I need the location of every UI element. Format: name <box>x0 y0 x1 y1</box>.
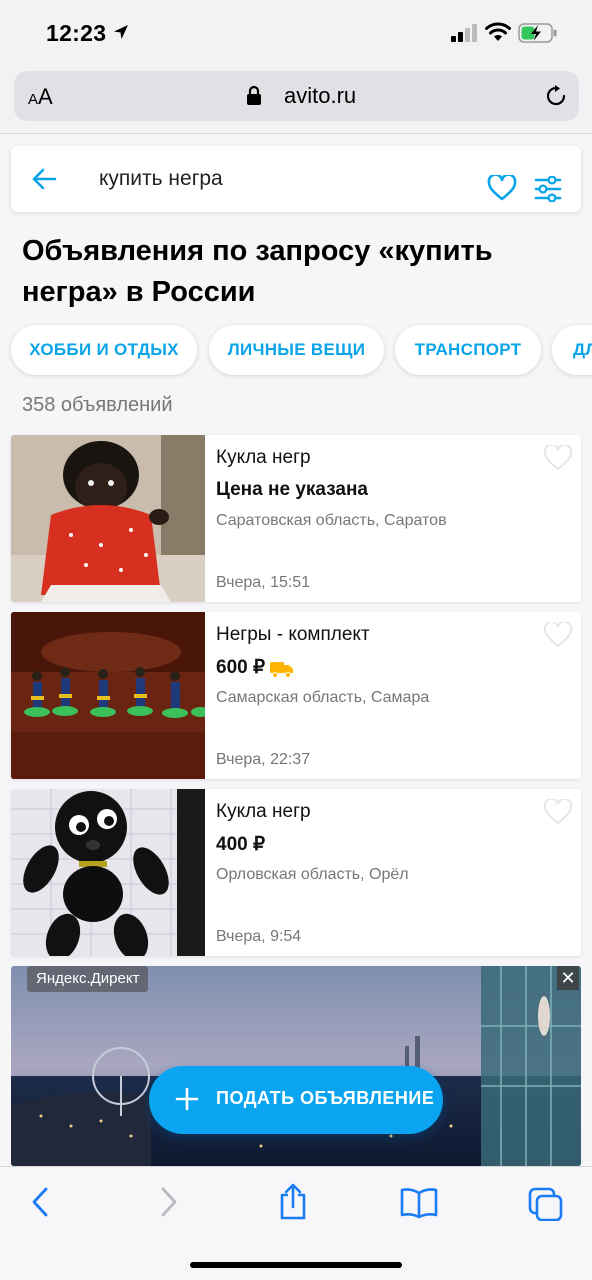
bookmarks-icon[interactable] <box>400 1187 438 1224</box>
filter-icon[interactable] <box>534 175 562 207</box>
chip-personal-items[interactable]: ЛИЧНЫЕ ВЕЩИ <box>209 325 384 375</box>
listing-photo[interactable] <box>11 789 205 956</box>
signal-icon <box>451 24 479 47</box>
battery-charging-icon <box>518 23 558 48</box>
home-indicator <box>190 1262 402 1268</box>
listing-date: Вчера, 22:37 <box>216 751 311 768</box>
chip-transport[interactable]: ТРАНСПОРТ <box>395 325 541 375</box>
listing-title[interactable]: Кукла негр <box>216 801 311 823</box>
wifi-icon <box>485 22 511 47</box>
favorite-heart-icon[interactable] <box>543 443 573 476</box>
status-time: 12:23 <box>46 20 107 46</box>
listing-card[interactable]: Кукла негр 400 ₽ Орловская область, Орёл… <box>11 789 581 956</box>
listing-title[interactable]: Кукла негр <box>216 447 311 469</box>
listing-location: Орловская область, Орёл <box>216 866 409 883</box>
share-icon[interactable] <box>278 1183 308 1226</box>
listing-title[interactable]: Негры - комплект <box>216 624 370 646</box>
ad-close-button[interactable]: ✕ <box>557 966 579 990</box>
chevron-left-icon[interactable] <box>28 1185 52 1224</box>
back-arrow-icon[interactable] <box>31 167 57 196</box>
status-bar: 12:23 <box>0 0 592 64</box>
listing-card[interactable]: Негры - комплект 600 ₽ Самарская область… <box>11 612 581 779</box>
listing-price: 400 ₽ <box>216 834 266 855</box>
ad-badge: Яндекс.Директ <box>27 966 149 992</box>
post-ad-label: ПОДАТЬ ОБЪЯВЛЕНИЕ <box>216 1088 435 1108</box>
category-chips: ХОББИ И ОТДЫХ ЛИЧНЫЕ ВЕЩИ ТРАНСПОРТ ДЛ <box>11 325 592 375</box>
listing-photo[interactable] <box>11 612 205 779</box>
browser-address-bar[interactable]: AA avito.ru <box>14 71 579 121</box>
favorite-heart-icon[interactable] <box>543 797 573 830</box>
avito-page: купить негра Объявления по запросу «купи… <box>0 134 592 1166</box>
chip-hobby[interactable]: ХОББИ И ОТДЫХ <box>11 325 197 375</box>
truck-icon <box>270 660 294 683</box>
reload-icon[interactable] <box>544 84 568 113</box>
listing-date: Вчера, 9:54 <box>216 928 302 945</box>
listing-photo[interactable] <box>11 435 205 602</box>
lock-icon <box>246 85 262 110</box>
favorite-heart-icon[interactable] <box>543 620 573 653</box>
browser-domain: avito.ru <box>284 83 357 108</box>
listing-card[interactable]: Кукла негр Цена не указана Саратовская о… <box>11 435 581 602</box>
post-ad-button[interactable]: ПОДАТЬ ОБЪЯВЛЕНИЕ <box>149 1066 443 1134</box>
listing-date: Вчера, 15:51 <box>216 574 311 591</box>
listing-price: 600 ₽ <box>216 657 266 678</box>
results-count: 358 объявлений <box>22 394 173 416</box>
search-bar[interactable]: купить негра <box>11 146 581 212</box>
plus-icon <box>175 1087 199 1116</box>
text-size-button[interactable]: AA <box>28 84 53 110</box>
chevron-right-icon[interactable] <box>157 1185 181 1224</box>
location-arrow-icon <box>113 24 129 45</box>
tabs-icon[interactable] <box>528 1187 564 1226</box>
page-title: Объявления по запросу «купить негра» в Р… <box>22 235 493 308</box>
listing-price: Цена не указана <box>216 479 368 500</box>
listing-location: Самарская область, Самара <box>216 689 430 706</box>
heart-icon[interactable] <box>487 173 517 206</box>
listing-location: Саратовская область, Саратов <box>216 512 447 529</box>
chip-more[interactable]: ДЛ <box>552 325 592 375</box>
search-input[interactable]: купить негра <box>99 167 223 191</box>
